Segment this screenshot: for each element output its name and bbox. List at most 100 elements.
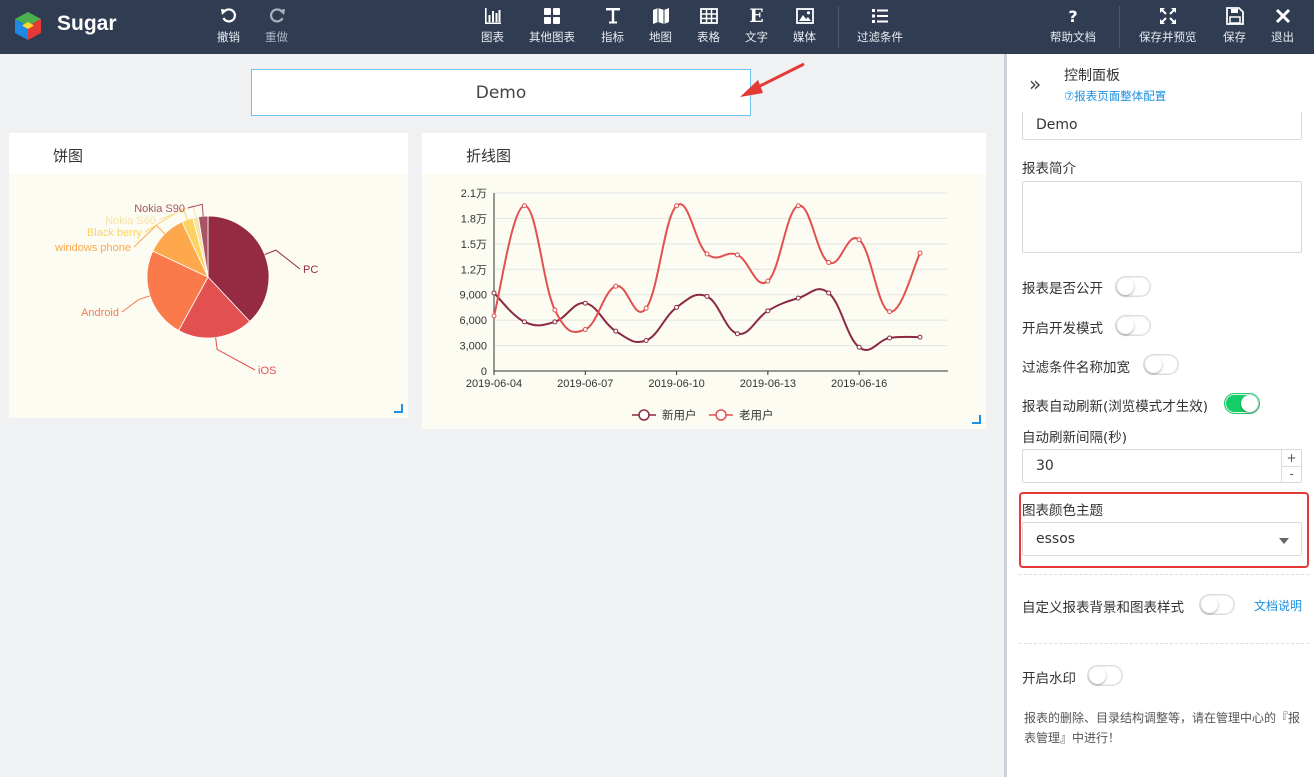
data-point[interactable] — [734, 252, 740, 258]
table-icon — [699, 6, 719, 26]
quantity-stepper[interactable]: + - — [1281, 450, 1301, 482]
increment-icon[interactable]: + — [1282, 450, 1301, 467]
exit-button[interactable]: 退出 — [1271, 6, 1294, 48]
grid-blocks-icon — [542, 6, 562, 26]
data-point[interactable] — [674, 304, 680, 310]
resize-handle[interactable] — [972, 415, 981, 424]
pie-chart: PCiOSAndroidwindows phoneBlack berryNoki… — [54, 203, 318, 377]
pie-chart-card[interactable]: 饼图 PC iOS Android windows phone Black berry N… — [9, 133, 408, 418]
pie-slice-label: Black berry — [87, 227, 143, 239]
pie-label-line — [264, 249, 301, 270]
page-config-link[interactable]: ⑦报表页面整体配置 — [1064, 88, 1166, 104]
data-point[interactable] — [704, 251, 710, 257]
save-button[interactable]: 保存 — [1223, 6, 1246, 48]
data-point[interactable] — [552, 319, 558, 325]
chart-theme-value: essos — [1036, 531, 1076, 547]
data-point[interactable] — [552, 307, 558, 313]
data-point[interactable] — [795, 203, 801, 209]
decrement-icon[interactable]: - — [1282, 467, 1301, 483]
refresh-interval-input[interactable]: 30 + - — [1022, 449, 1302, 483]
top-toolbar: Sugar 撤销 重做 图表 其他图表 指标 地图 表格 E 文字 媒体 过滤条… — [0, 0, 1314, 54]
filter-width-switch[interactable] — [1143, 354, 1179, 375]
image-icon — [795, 6, 815, 26]
data-point[interactable] — [826, 290, 832, 296]
pie-label-line — [121, 295, 151, 313]
panel-header: » 控制面板 ⑦报表页面整体配置 — [1007, 54, 1314, 112]
public-label: 报表是否公开 — [1022, 281, 1103, 297]
data-point[interactable] — [917, 334, 923, 340]
series-line[interactable] — [493, 203, 921, 333]
report-title-input[interactable]: Demo — [251, 69, 751, 116]
redo-button[interactable]: 重做 — [265, 6, 288, 48]
filter-button[interactable]: 过滤条件 — [857, 6, 903, 48]
data-point[interactable] — [765, 278, 771, 284]
undo-icon — [219, 6, 239, 26]
other-charts-button[interactable]: 其他图表 — [529, 6, 575, 48]
report-intro-label: 报表简介 — [1022, 161, 1076, 177]
data-point[interactable] — [734, 331, 740, 337]
data-point[interactable] — [613, 283, 619, 289]
auto-refresh-switch[interactable] — [1224, 393, 1260, 414]
add-chart-button[interactable]: 图表 — [481, 6, 504, 48]
dev-mode-switch[interactable] — [1115, 315, 1151, 336]
y-tick-label: 0 — [481, 366, 487, 378]
help-docs-button[interactable]: ? 帮助文档 — [1050, 6, 1096, 48]
legend-label[interactable]: 新用户 — [662, 408, 697, 422]
data-point[interactable] — [856, 237, 862, 243]
media-button[interactable]: 媒体 — [793, 6, 816, 48]
data-point[interactable] — [613, 328, 619, 334]
report-intro-textarea[interactable] — [1022, 181, 1302, 253]
legend-label[interactable]: 老用户 — [739, 408, 774, 422]
text-t-icon — [603, 6, 623, 26]
resize-handle[interactable] — [394, 404, 403, 413]
pie-slice-label: Nokia S60 — [105, 215, 156, 227]
control-panel: Demo » 控制面板 ⑦报表页面整体配置 报表简介 报表是否公开 开启开发模式… — [1004, 54, 1314, 777]
report-name-input[interactable]: Demo — [1022, 109, 1302, 140]
data-point[interactable] — [582, 326, 588, 332]
data-point[interactable] — [826, 260, 832, 266]
docs-link[interactable]: 文档说明 — [1254, 597, 1302, 614]
list-icon — [870, 6, 890, 26]
divider — [1019, 643, 1309, 644]
redo-icon — [267, 6, 287, 26]
watermark-label: 开启水印 — [1022, 671, 1076, 687]
data-point[interactable] — [521, 203, 527, 209]
data-point[interactable] — [643, 305, 649, 311]
sugar-logo-icon — [15, 12, 41, 40]
data-point[interactable] — [491, 313, 497, 319]
data-point[interactable] — [856, 344, 862, 350]
legend-marker — [638, 409, 650, 421]
data-point[interactable] — [674, 203, 680, 209]
refresh-interval-value: 30 — [1036, 458, 1054, 474]
watermark-switch[interactable] — [1087, 665, 1123, 686]
pie-slice-label: iOS — [258, 365, 276, 377]
data-point[interactable] — [643, 337, 649, 343]
data-point[interactable] — [887, 335, 893, 341]
map-button[interactable]: 地图 — [649, 6, 672, 48]
undo-button[interactable]: 撤销 — [217, 6, 240, 48]
data-point[interactable] — [704, 293, 710, 299]
custom-bg-switch[interactable] — [1199, 594, 1235, 615]
data-point[interactable] — [521, 319, 527, 325]
annotation-arrow-icon — [740, 62, 805, 97]
data-point[interactable] — [491, 290, 497, 296]
x-tick-label: 2019-06-10 — [648, 378, 704, 390]
data-point[interactable] — [795, 295, 801, 301]
metric-button[interactable]: 指标 — [601, 6, 624, 48]
text-button[interactable]: E 文字 — [745, 5, 768, 48]
brand-name: Sugar — [57, 12, 117, 35]
data-point[interactable] — [582, 300, 588, 306]
panel-title: 控制面板 — [1064, 68, 1120, 84]
public-switch[interactable] — [1115, 276, 1151, 297]
collapse-panel-icon[interactable]: » — [1029, 72, 1041, 96]
data-point[interactable] — [917, 250, 923, 256]
data-point[interactable] — [887, 309, 893, 315]
line-chart-card[interactable]: 折线图 0 3,000 6,000 9,000 1.2万 1.5万 1.8万 2.1万 2019… — [422, 133, 986, 429]
table-button[interactable]: 表格 — [697, 6, 720, 48]
save-preview-button[interactable]: 保存并预览 — [1139, 6, 1197, 48]
data-point[interactable] — [765, 308, 771, 314]
pie-label-line — [215, 337, 256, 371]
pie-slice-label: PC — [303, 264, 318, 276]
y-tick-label: 3,000 — [459, 341, 487, 353]
chart-theme-select[interactable]: essos — [1022, 522, 1302, 556]
